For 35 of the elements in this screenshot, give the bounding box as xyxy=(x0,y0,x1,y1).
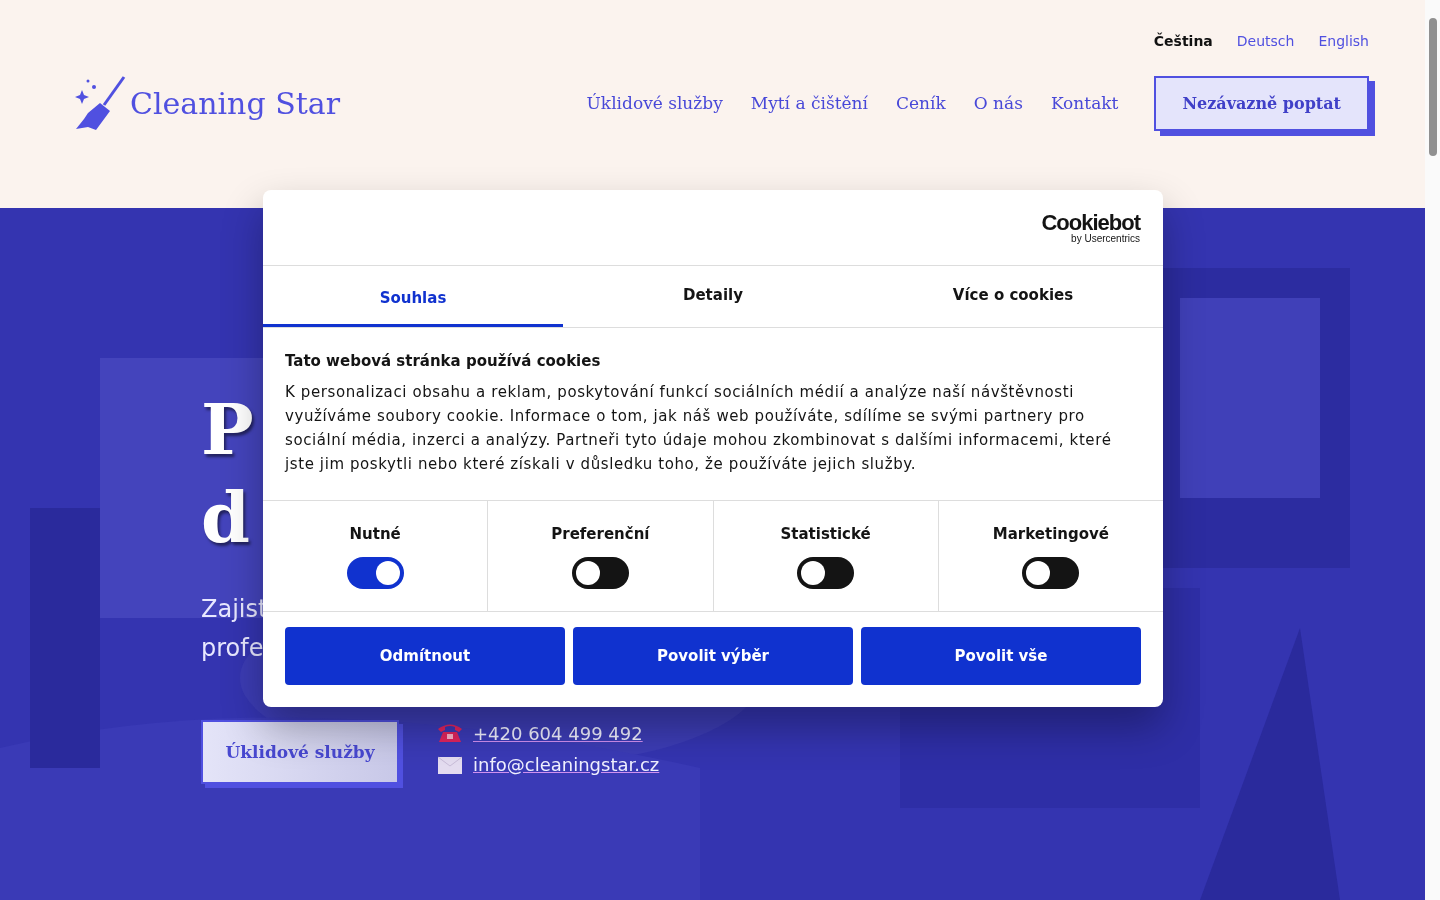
language-link[interactable]: Čeština xyxy=(1153,33,1213,49)
brand-tagline: by Usercentrics xyxy=(1071,233,1140,244)
nav-link[interactable]: Ceník xyxy=(895,93,946,113)
dialog-tab[interactable]: Detaily xyxy=(563,266,863,327)
category-label: Nutné xyxy=(349,525,401,543)
telephone-icon xyxy=(437,722,463,744)
phone-link[interactable]: +420 604 499 492 xyxy=(473,722,643,744)
category-label: Marketingové xyxy=(992,525,1109,543)
dialog-text: K personalizaci obsahu a reklam, poskytování funkcí sociálních médií a analýze naší návštěvnosti využíváme soubory cookie. Informace o tom, jak náš web používáte, sdílíme se svými partnery pro sociální média, inzerci a analýzy. Partneři tyto údaje mohou zkombinovat s dalšími informacemi, které jste jim poskytli nebo které získali v důsledku toho, že používáte jejich služby. xyxy=(285,382,1113,475)
consent-button[interactable]: Povolit vše xyxy=(861,627,1141,685)
category-label: Statistické xyxy=(780,525,871,543)
toggle-switch[interactable] xyxy=(1022,557,1080,589)
headline-text: P xyxy=(201,387,254,473)
nav-link[interactable]: O nás xyxy=(973,93,1023,113)
toggle-switch[interactable] xyxy=(571,557,629,589)
consent-button[interactable]: Odmítnout xyxy=(285,627,565,685)
headline-text: d xyxy=(201,475,250,561)
brand-logo: Cookiebot xyxy=(1041,211,1140,234)
dialog-tab[interactable]: Více o cookies xyxy=(863,266,1163,327)
dialog-tab[interactable]: Souhlas xyxy=(263,266,563,327)
language-link[interactable]: English xyxy=(1318,33,1369,49)
toggle-switch[interactable] xyxy=(346,557,404,589)
language-link[interactable]: Deutsch xyxy=(1236,33,1295,49)
nav-link[interactable]: Úklidové služby xyxy=(586,93,723,113)
logo-text[interactable]: Cleaning Star xyxy=(130,85,340,121)
category-label: Preferenční xyxy=(551,525,650,543)
scrollbar[interactable] xyxy=(1425,0,1440,900)
nav-link[interactable]: Kontakt xyxy=(1050,93,1119,113)
consent-button[interactable]: Povolit výběr xyxy=(573,627,853,685)
email-link[interactable]: info@cleaningstar.cz xyxy=(473,754,660,775)
subtitle-text: profe xyxy=(201,633,264,664)
toggle-switch[interactable] xyxy=(797,557,855,589)
dialog-title: Tato webová stránka používá cookies xyxy=(285,352,602,370)
broom-icon xyxy=(74,75,126,131)
nav-link[interactable]: Mytí a čištění xyxy=(750,93,868,113)
